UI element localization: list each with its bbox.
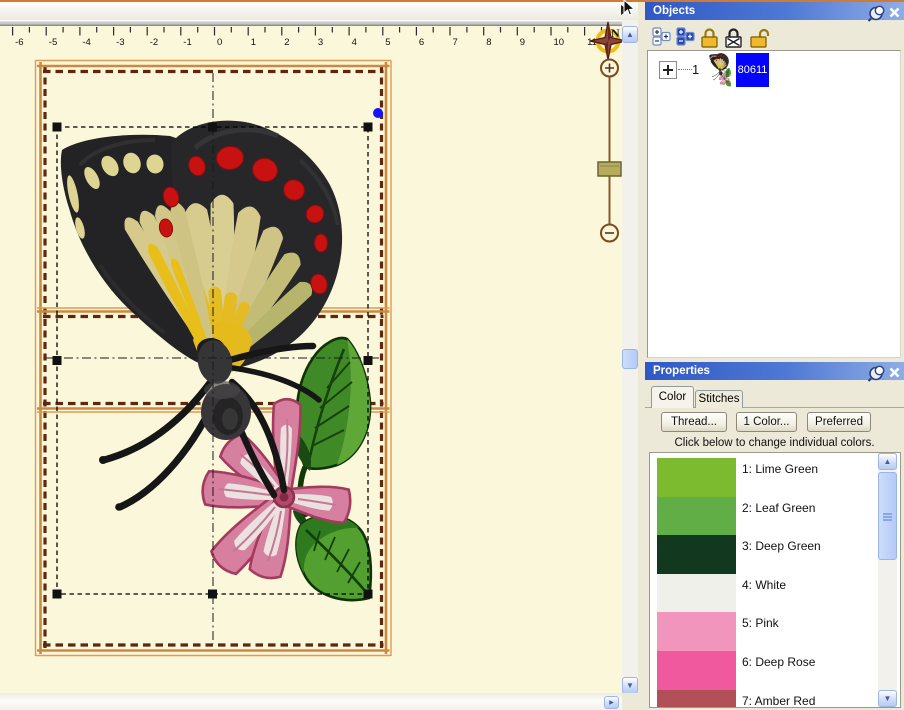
svg-text:4: 4 [352, 37, 357, 48]
svg-text:8: 8 [486, 37, 491, 48]
svg-text:6: 6 [419, 37, 424, 48]
svg-text:-6: -6 [15, 37, 23, 48]
svg-text:0: 0 [217, 37, 222, 48]
svg-text:1: 1 [251, 37, 256, 48]
svg-text:-5: -5 [49, 37, 57, 48]
svg-text:3: 3 [318, 37, 323, 48]
svg-text:-3: -3 [116, 37, 124, 48]
svg-text:2: 2 [284, 37, 289, 48]
svg-text:-1: -1 [183, 37, 191, 48]
svg-text:7: 7 [453, 37, 458, 48]
svg-text:-2: -2 [150, 37, 158, 48]
svg-text:-4: -4 [82, 37, 90, 48]
svg-text:5: 5 [385, 37, 390, 48]
svg-text:N: N [611, 26, 620, 40]
svg-text:9: 9 [520, 37, 525, 48]
svg-text:10: 10 [554, 37, 565, 48]
